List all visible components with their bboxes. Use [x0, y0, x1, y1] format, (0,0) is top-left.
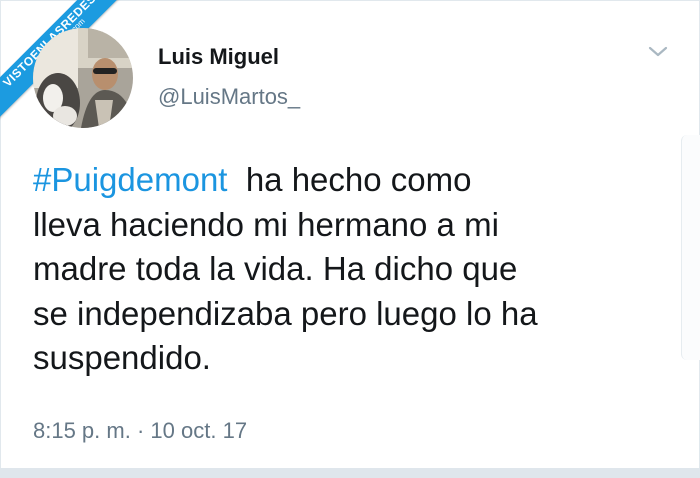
tweet-timestamp[interactable]: 8:15 p. m. · 10 oct. 17: [33, 418, 247, 444]
tweet-line-5: suspendido.: [33, 339, 211, 376]
chevron-down-icon[interactable]: [646, 44, 670, 60]
bottom-border: [0, 468, 700, 478]
tweet-time: 8:15 p. m.: [33, 418, 131, 443]
hashtag-link[interactable]: #Puigdemont: [33, 161, 227, 198]
avatar[interactable]: [33, 28, 133, 128]
meta-separator: ·: [136, 418, 145, 443]
tweet-line-2: lleva haciendo mi hermano a mi: [33, 205, 499, 243]
author-name[interactable]: Luis Miguel: [158, 44, 279, 70]
avatar-photo: [33, 28, 133, 128]
tweet-text: #Puigdemont ha hecho como lleva haciendo…: [33, 158, 673, 381]
tweet-line-4: se independizaba pero luego lo ha: [33, 294, 538, 332]
tweet-line-1: ha hecho como: [245, 161, 472, 198]
author-handle[interactable]: @LuisMartos_: [158, 84, 300, 110]
scrollbar-edge: [681, 135, 700, 360]
tweet-line-3: madre toda la vida. Ha dicho que: [33, 250, 518, 287]
tweet-date: 10 oct. 17: [150, 418, 248, 443]
